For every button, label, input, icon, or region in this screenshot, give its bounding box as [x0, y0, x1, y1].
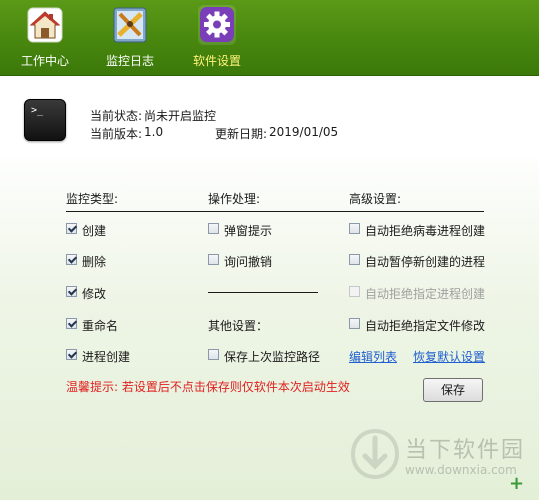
checkbox-label: 自动暂停新创建的进程	[365, 255, 486, 269]
edit-list-link[interactable]: 编辑列表	[349, 348, 397, 365]
status-state-value: 尚未开启监控	[144, 109, 217, 123]
restore-default-link[interactable]: 恢复默认设置	[413, 348, 485, 365]
checkbox-box[interactable]	[66, 349, 77, 360]
gear-icon	[198, 5, 236, 45]
house-icon	[26, 5, 64, 45]
watermark-title: 当下软件园	[405, 438, 526, 463]
status-version-value: 1.0	[144, 125, 164, 139]
checkbox-label: 创建	[82, 224, 107, 238]
header-divider	[66, 211, 484, 212]
toolbar-label: 工作中心	[20, 54, 69, 68]
watermark-url: www.downxia.com	[405, 463, 517, 477]
checkbox-box[interactable]	[208, 254, 219, 265]
toolbar-label: 监控日志	[105, 54, 154, 68]
header-operation: 操作处理:	[208, 192, 261, 206]
status-version-label: 当前版本:	[90, 127, 143, 141]
checkbox-label: 重命名	[82, 319, 119, 333]
checkbox-label: 弹窗提示	[224, 224, 273, 238]
checkbox-box[interactable]	[349, 223, 360, 234]
checkbox-box[interactable]	[208, 223, 219, 234]
status-state-label: 当前状态:	[90, 109, 143, 123]
status-update-value: 2019/01/05	[269, 125, 339, 139]
checkbox-label: 进程创建	[82, 350, 131, 364]
warning-text: 温馨提示: 若设置后不点击保存则仅软件本次启动生效	[66, 380, 350, 394]
other-settings-label: 其他设置：	[208, 319, 269, 333]
top-toolbar: 工作中心 监控日志 软件设置	[0, 0, 539, 76]
resize-plus-icon: +	[509, 473, 525, 494]
toolbar-monitor-log[interactable]: 监控日志	[99, 0, 161, 75]
status-update-label: 更新日期:	[215, 127, 268, 141]
toolbar-software-settings[interactable]: 软件设置	[186, 0, 248, 75]
checkbox-box[interactable]	[66, 318, 77, 329]
checkbox-box[interactable]	[66, 254, 77, 265]
checkbox-box[interactable]	[66, 286, 77, 297]
save-button[interactable]: 保存	[423, 378, 483, 402]
checkbox-label: 自动拒绝指定文件修改	[365, 319, 486, 333]
header-advanced: 高级设置:	[349, 192, 402, 206]
checkbox-label: 询问撤销	[224, 255, 273, 269]
ruler-icon	[111, 5, 149, 45]
checkbox-label: 自动拒绝病毒进程创建	[365, 224, 486, 238]
checkbox-label: 自动拒绝指定进程创建	[365, 287, 486, 301]
toolbar-work-center[interactable]: 工作中心	[14, 0, 76, 75]
checkbox-label: 修改	[82, 287, 107, 301]
toolbar-label: 软件设置	[192, 54, 241, 68]
operation-divider	[208, 292, 318, 293]
checkbox-box	[349, 286, 360, 297]
checkbox-box[interactable]	[349, 318, 360, 329]
checkbox-label: 保存上次监控路径	[224, 350, 321, 364]
checkbox-box[interactable]	[66, 223, 77, 234]
terminal-icon: >_	[24, 99, 66, 141]
checkbox-label: 删除	[82, 255, 107, 269]
header-monitor-type: 监控类型:	[66, 192, 119, 206]
checkbox-box[interactable]	[349, 254, 360, 265]
checkbox-box[interactable]	[208, 349, 219, 360]
watermark-logo-icon	[350, 428, 400, 480]
